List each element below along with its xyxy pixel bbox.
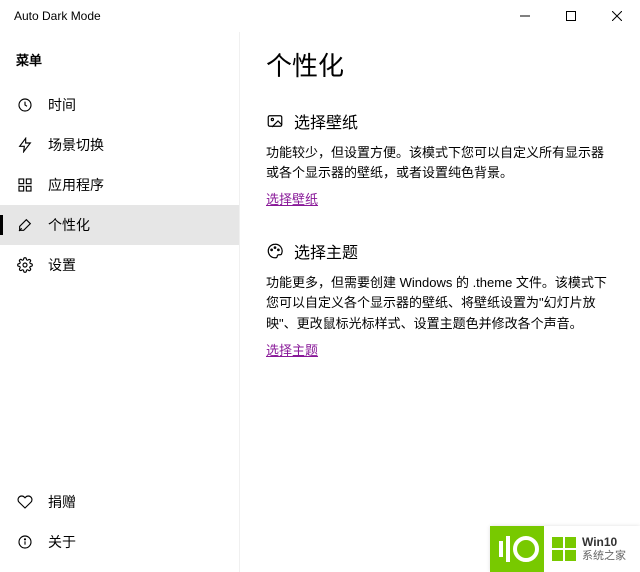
image-icon <box>266 112 284 130</box>
lightning-icon <box>16 136 34 154</box>
sidebar-item-personalize[interactable]: 个性化 <box>0 205 239 245</box>
sidebar: 菜单 时间 场景切换 应用程序 <box>0 32 240 572</box>
sidebar-item-label: 应用程序 <box>48 175 104 195</box>
sidebar-item-about[interactable]: 关于 <box>0 522 239 562</box>
sidebar-item-settings[interactable]: 设置 <box>0 245 239 285</box>
section-description: 功能更多，但需要创建 Windows 的 .theme 文件。该模式下您可以自定… <box>266 273 614 333</box>
section-theme: 选择主题 功能更多，但需要创建 Windows 的 .theme 文件。该模式下… <box>266 239 614 359</box>
content-area: 个性化 选择壁纸 功能较少，但设置方便。该模式下您可以自定义所有显示器或各个显示… <box>240 32 640 572</box>
sidebar-header: 菜单 <box>0 32 239 79</box>
sidebar-item-donate[interactable]: 捐赠 <box>0 482 239 522</box>
section-wallpaper: 选择壁纸 功能较少，但设置方便。该模式下您可以自定义所有显示器或各个显示器的壁纸… <box>266 109 614 209</box>
info-icon <box>16 533 34 551</box>
section-title: 选择壁纸 <box>294 109 358 133</box>
watermark-text: Win10 系统之家 <box>582 535 626 563</box>
sidebar-item-label: 时间 <box>48 95 76 115</box>
watermark: Win10 系统之家 <box>490 526 640 572</box>
watermark-logo-left <box>490 526 544 572</box>
window-title: Auto Dark Mode <box>14 9 101 23</box>
sidebar-item-label: 捐赠 <box>48 492 76 512</box>
clock-icon <box>16 96 34 114</box>
select-wallpaper-link[interactable]: 选择壁纸 <box>266 192 318 207</box>
sidebar-item-label: 场景切换 <box>48 135 104 155</box>
palette-icon <box>266 242 284 260</box>
brush-icon <box>16 216 34 234</box>
page-title: 个性化 <box>266 46 614 83</box>
sidebar-item-switch[interactable]: 场景切换 <box>0 125 239 165</box>
sidebar-item-time[interactable]: 时间 <box>0 85 239 125</box>
maximize-button[interactable] <box>548 0 594 32</box>
select-theme-link[interactable]: 选择主题 <box>266 343 318 358</box>
windows-logo-icon <box>552 537 576 561</box>
sidebar-item-label: 个性化 <box>48 215 90 235</box>
gear-icon <box>16 256 34 274</box>
sidebar-item-label: 设置 <box>48 255 76 275</box>
section-title: 选择主题 <box>294 239 358 263</box>
apps-icon <box>16 176 34 194</box>
sidebar-item-label: 关于 <box>48 532 76 552</box>
heart-icon <box>16 493 34 511</box>
minimize-button[interactable] <box>502 0 548 32</box>
sidebar-item-apps[interactable]: 应用程序 <box>0 165 239 205</box>
close-button[interactable] <box>594 0 640 32</box>
section-description: 功能较少，但设置方便。该模式下您可以自定义所有显示器或各个显示器的壁纸，或者设置… <box>266 143 614 183</box>
titlebar: Auto Dark Mode <box>0 0 640 32</box>
